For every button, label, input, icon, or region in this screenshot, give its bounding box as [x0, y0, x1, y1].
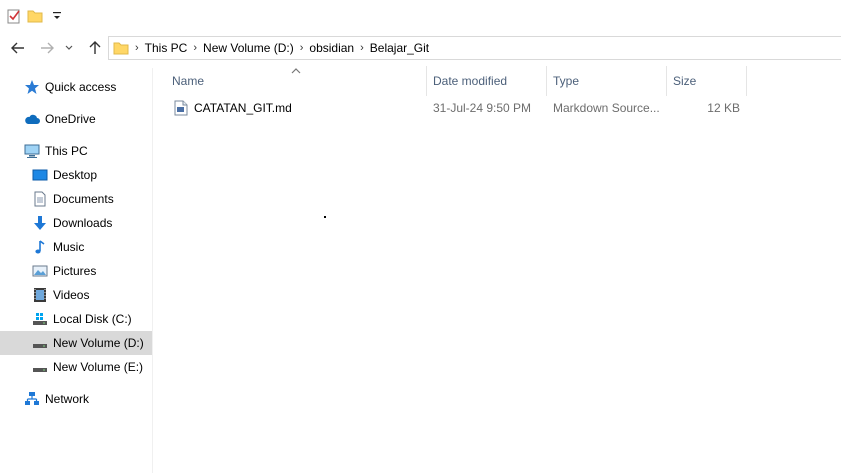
arrow-left-icon	[11, 42, 24, 54]
sidebar-item-network[interactable]: Network	[0, 387, 152, 411]
sidebar-item-downloads[interactable]: Downloads	[0, 211, 152, 235]
breadcrumb-separator[interactable]: ›	[193, 42, 197, 54]
arrow-up-icon	[89, 41, 101, 54]
breadcrumb-this-pc[interactable]: This PC	[145, 41, 188, 55]
drive-icon	[32, 359, 48, 375]
column-header-size[interactable]: Size	[667, 66, 747, 96]
sidebar-item-label: This PC	[45, 144, 88, 158]
desktop-icon	[32, 167, 48, 183]
file-list: Name Date modified Type Size CATATAN_GIT…	[154, 62, 841, 473]
videos-icon	[32, 287, 48, 303]
breadcrumb-obsidian[interactable]: obsidian	[309, 41, 354, 55]
recent-locations-button[interactable]	[62, 38, 76, 58]
sidebar-item-label: New Volume (E:)	[53, 360, 144, 374]
star-icon	[24, 79, 40, 95]
address-bar[interactable]: › This PC › New Volume (D:) › obsidian ›…	[108, 36, 841, 60]
sidebar-item-videos[interactable]: Videos	[0, 283, 152, 307]
breadcrumb-new-volume-d[interactable]: New Volume (D:)	[203, 41, 294, 55]
address-row: › This PC › New Volume (D:) › obsidian ›…	[0, 34, 841, 62]
column-header-type[interactable]: Type	[547, 66, 667, 96]
sidebar-item-label: OneDrive	[45, 112, 96, 126]
sidebar-item-pictures[interactable]: Pictures	[0, 259, 152, 283]
sidebar-item-this-pc[interactable]: This PC	[0, 139, 152, 163]
sidebar-item-label: Pictures	[53, 264, 97, 278]
file-size: 12 KB	[707, 101, 740, 115]
arrow-right-icon	[41, 42, 54, 54]
sidebar-item-label: New Volume (D:)	[53, 336, 144, 350]
sidebar-item-onedrive[interactable]: OneDrive	[0, 107, 152, 131]
music-icon	[32, 239, 48, 255]
markdown-file-icon	[174, 100, 188, 116]
back-button[interactable]	[8, 38, 28, 58]
customize-dropdown-icon[interactable]	[52, 10, 62, 22]
file-name-cell[interactable]: CATATAN_GIT.md	[174, 97, 424, 119]
breadcrumb-separator: ›	[135, 42, 139, 54]
file-row[interactable]: CATATAN_GIT.md 31-Jul-24 9:50 PM Markdow…	[154, 97, 747, 119]
up-button[interactable]	[85, 38, 105, 58]
quick-access-toolbar	[0, 0, 841, 34]
downloads-icon	[32, 215, 48, 231]
sidebar-item-local-disk-c[interactable]: Local Disk (C:)	[0, 307, 152, 331]
file-name: CATATAN_GIT.md	[194, 101, 292, 115]
sidebar-item-label: Documents	[53, 192, 114, 206]
breadcrumb-separator[interactable]: ›	[300, 42, 304, 54]
sidebar-item-new-volume-d[interactable]: New Volume (D:)	[0, 331, 152, 355]
sidebar-item-music[interactable]: Music	[0, 235, 152, 259]
properties-icon[interactable]	[6, 8, 22, 24]
drive-icon	[32, 335, 48, 351]
sidebar-item-documents[interactable]: Documents	[0, 187, 152, 211]
sidebar-item-desktop[interactable]: Desktop	[0, 163, 152, 187]
file-type: Markdown Source...	[553, 101, 660, 115]
sidebar-item-new-volume-e[interactable]: New Volume (E:)	[0, 355, 152, 379]
sidebar-item-quick-access[interactable]: Quick access	[0, 75, 152, 99]
sidebar-item-label: Videos	[53, 288, 90, 302]
navigation-pane: Quick access OneDrive This PC Desktop Do…	[0, 68, 153, 473]
sidebar-item-label: Quick access	[45, 80, 117, 94]
documents-icon	[32, 191, 48, 207]
cloud-icon	[24, 111, 40, 127]
chevron-down-icon	[65, 45, 73, 50]
mouse-cursor-dot	[324, 216, 326, 218]
new-folder-icon[interactable]	[27, 8, 43, 24]
breadcrumb-belajar-git[interactable]: Belajar_Git	[370, 41, 429, 55]
sidebar-item-label: Downloads	[53, 216, 113, 230]
file-date-modified: 31-Jul-24 9:50 PM	[433, 101, 532, 115]
sidebar-item-label: Local Disk (C:)	[53, 312, 132, 326]
sidebar-item-label: Network	[45, 392, 90, 406]
pictures-icon	[32, 263, 48, 279]
folder-icon	[113, 40, 129, 56]
drive-icon	[32, 311, 48, 327]
computer-icon	[24, 143, 40, 159]
network-icon	[24, 391, 40, 407]
forward-button[interactable]	[37, 38, 57, 58]
sidebar-item-label: Music	[53, 240, 85, 254]
column-header-date-modified[interactable]: Date modified	[427, 66, 547, 96]
sidebar-item-label: Desktop	[53, 168, 98, 182]
column-header-name[interactable]: Name	[154, 66, 427, 96]
breadcrumb-separator[interactable]: ›	[360, 42, 364, 54]
